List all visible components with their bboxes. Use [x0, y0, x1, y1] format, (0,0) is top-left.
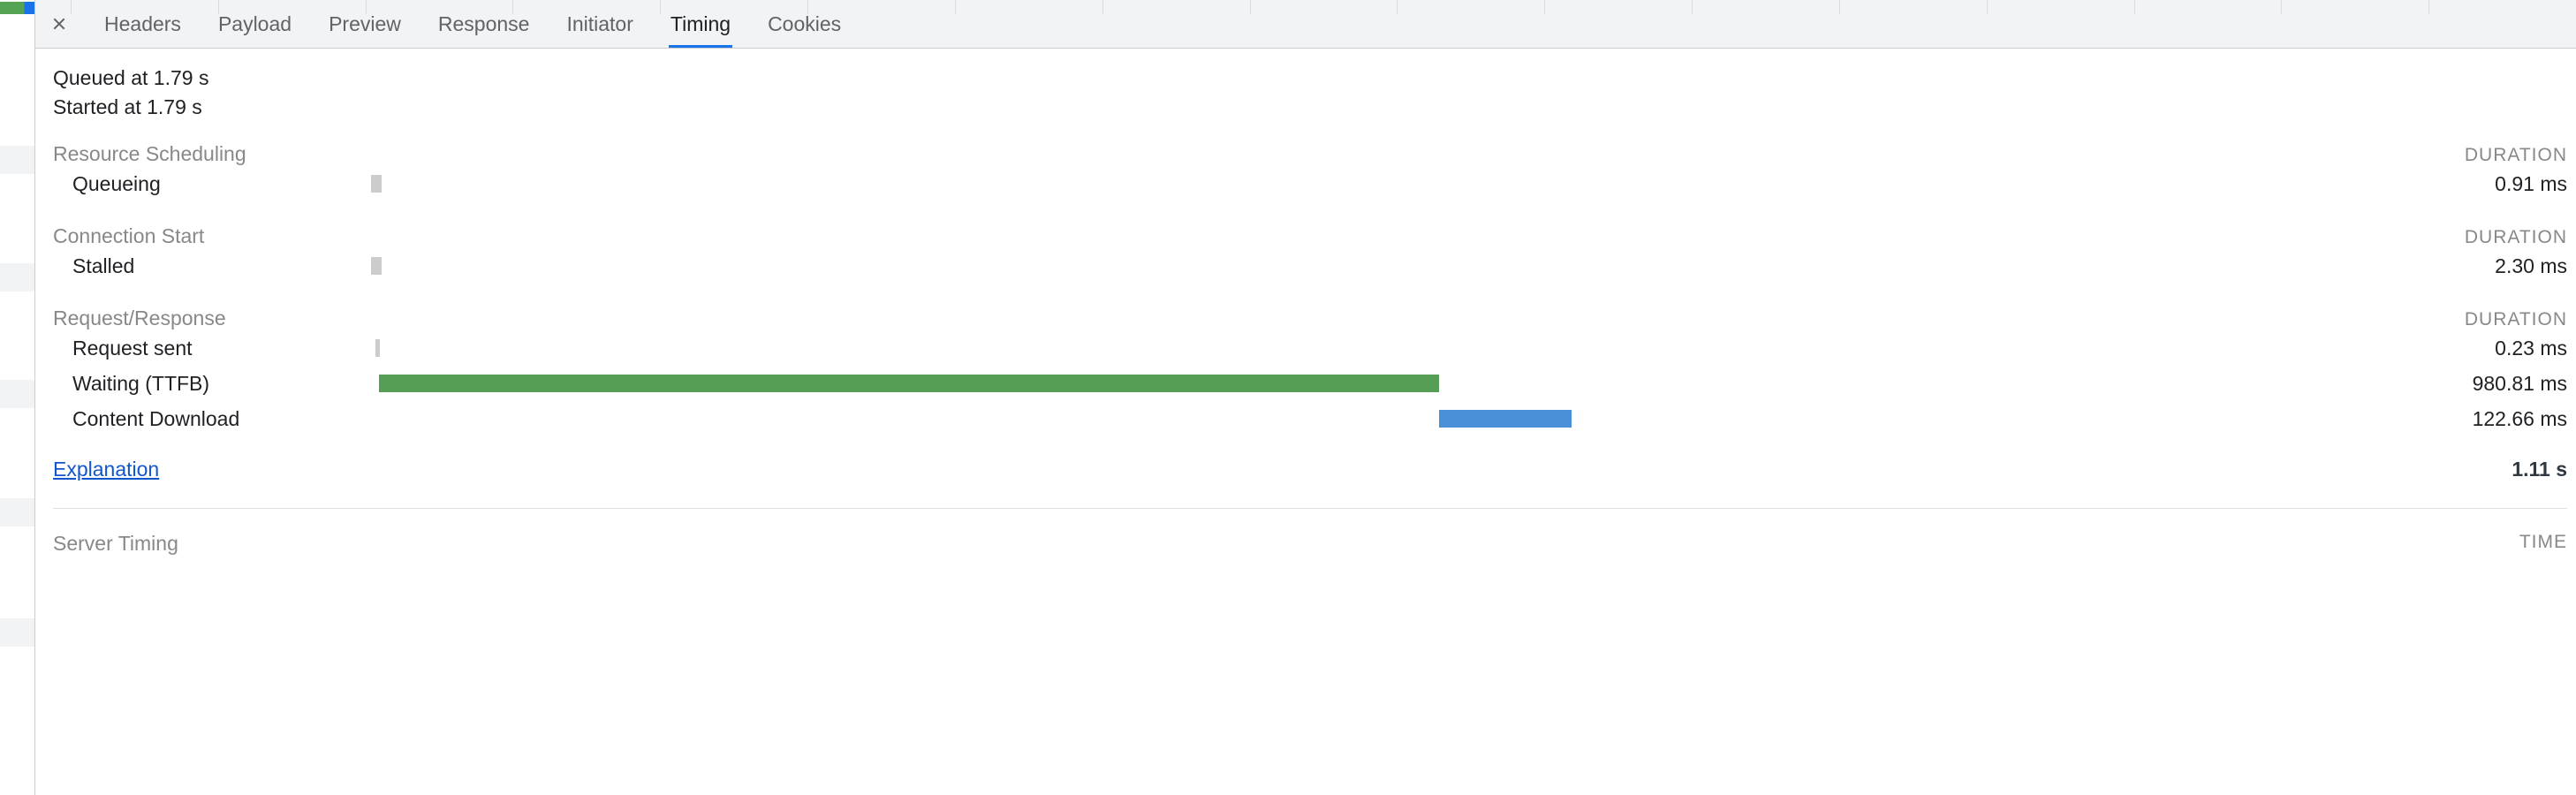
section-title: Connection Start	[53, 224, 300, 248]
timing-row-value: 0.23 ms	[2417, 337, 2576, 360]
duration-header: DURATION	[2465, 309, 2576, 330]
close-icon[interactable]	[51, 16, 67, 32]
section-title: Request/Response	[53, 307, 300, 330]
tab-headers[interactable]: Headers	[104, 1, 181, 47]
tab-initiator[interactable]: Initiator	[566, 1, 633, 47]
tab-timing[interactable]: Timing	[671, 1, 731, 47]
timing-row-value: 122.66 ms	[2417, 407, 2576, 431]
timing-row-label: Content Download	[53, 407, 300, 431]
timing-bar	[379, 375, 1439, 392]
timing-row-label: Request sent	[53, 337, 300, 360]
queued-at: Queued at 1.79 s	[53, 66, 2576, 90]
timing-row-label: Queueing	[53, 172, 300, 196]
timing-bar-track	[371, 410, 2417, 428]
section-connection-start: Connection Start DURATION Stalled 2.30 ms	[53, 224, 2576, 284]
section-request-response: Request/Response DURATION Request sent 0.…	[53, 307, 2576, 436]
divider	[53, 508, 2567, 509]
section-resource-scheduling: Resource Scheduling DURATION Queueing 0.9…	[53, 142, 2576, 201]
timing-row: Request sent 0.23 ms	[53, 330, 2576, 366]
timing-row-label: Stalled	[53, 254, 300, 278]
tab-cookies[interactable]: Cookies	[768, 1, 841, 47]
time-header: TIME	[2519, 532, 2576, 556]
timing-bar-track	[371, 175, 2417, 193]
total-duration: 1.11 s	[2512, 458, 2576, 481]
duration-header: DURATION	[2465, 227, 2576, 248]
started-at: Started at 1.79 s	[53, 95, 2576, 119]
timing-row: Stalled 2.30 ms	[53, 248, 2576, 284]
tab-payload[interactable]: Payload	[218, 1, 292, 47]
section-title: Resource Scheduling	[53, 142, 300, 166]
timing-bar	[375, 339, 381, 357]
timing-row: Queueing 0.91 ms	[53, 166, 2576, 201]
tab-preview[interactable]: Preview	[329, 1, 401, 47]
timing-bar	[371, 257, 382, 275]
timing-bar-track	[371, 375, 2417, 392]
timing-row-label: Waiting (TTFB)	[53, 372, 300, 396]
timing-row-value: 0.91 ms	[2417, 172, 2576, 196]
mini-timeline-bar	[0, 2, 34, 14]
explanation-link[interactable]: Explanation	[53, 458, 159, 481]
timing-panel: Queued at 1.79 s Started at 1.79 s Resou…	[35, 49, 2576, 795]
tab-response[interactable]: Response	[438, 1, 530, 47]
timing-bar-track	[371, 257, 2417, 275]
timing-row-value: 980.81 ms	[2417, 372, 2576, 396]
timing-bar-track	[371, 339, 2417, 357]
timing-bar	[1439, 410, 1572, 428]
timing-row-value: 2.30 ms	[2417, 254, 2576, 278]
timing-row: Content Download 122.66 ms	[53, 401, 2576, 436]
timing-row: Waiting (TTFB) 980.81 ms	[53, 366, 2576, 401]
duration-header: DURATION	[2465, 145, 2576, 166]
timing-bar	[371, 175, 382, 193]
server-timing-title: Server Timing	[53, 532, 178, 556]
request-list-gutter	[0, 0, 35, 795]
